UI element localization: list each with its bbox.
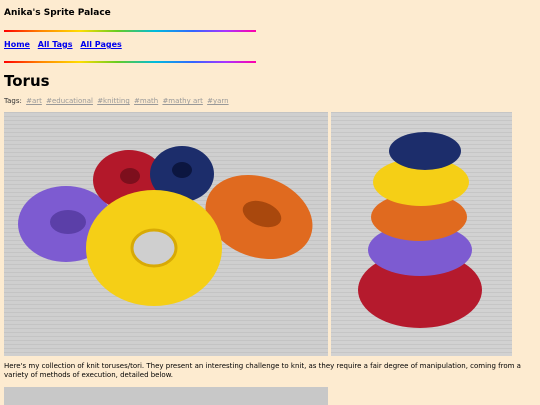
site-title: Anika's Sprite Palace (4, 8, 111, 18)
tag-link[interactable]: #educational (46, 97, 93, 105)
nav-all-tags-link[interactable]: All Tags (38, 40, 73, 49)
torus-stack-image (358, 132, 482, 328)
nav-home-link[interactable]: Home (4, 40, 30, 49)
next-photo-partial (4, 387, 328, 405)
torus-collection-image (18, 146, 313, 306)
page-description: Here's my collection of knit toruses/tor… (4, 362, 521, 379)
tags-line: Tags: #art #educational #knitting #math … (4, 97, 229, 105)
tag-link[interactable]: #yarn (207, 97, 229, 105)
tag-link[interactable]: #mathy art (162, 97, 202, 105)
tag-link[interactable]: #math (134, 97, 158, 105)
nav-all-pages-link[interactable]: All Pages (80, 40, 121, 49)
rainbow-divider (4, 30, 256, 32)
page-title: Torus (4, 72, 50, 90)
torus-stack-photo (331, 112, 512, 356)
torus-collection-photo (4, 112, 328, 356)
nav-bar: Home All Tags All Pages (4, 40, 127, 49)
tag-link[interactable]: #art (26, 97, 42, 105)
tag-link[interactable]: #knitting (97, 97, 130, 105)
tags-label: Tags: (4, 97, 22, 105)
rainbow-divider (4, 61, 256, 63)
